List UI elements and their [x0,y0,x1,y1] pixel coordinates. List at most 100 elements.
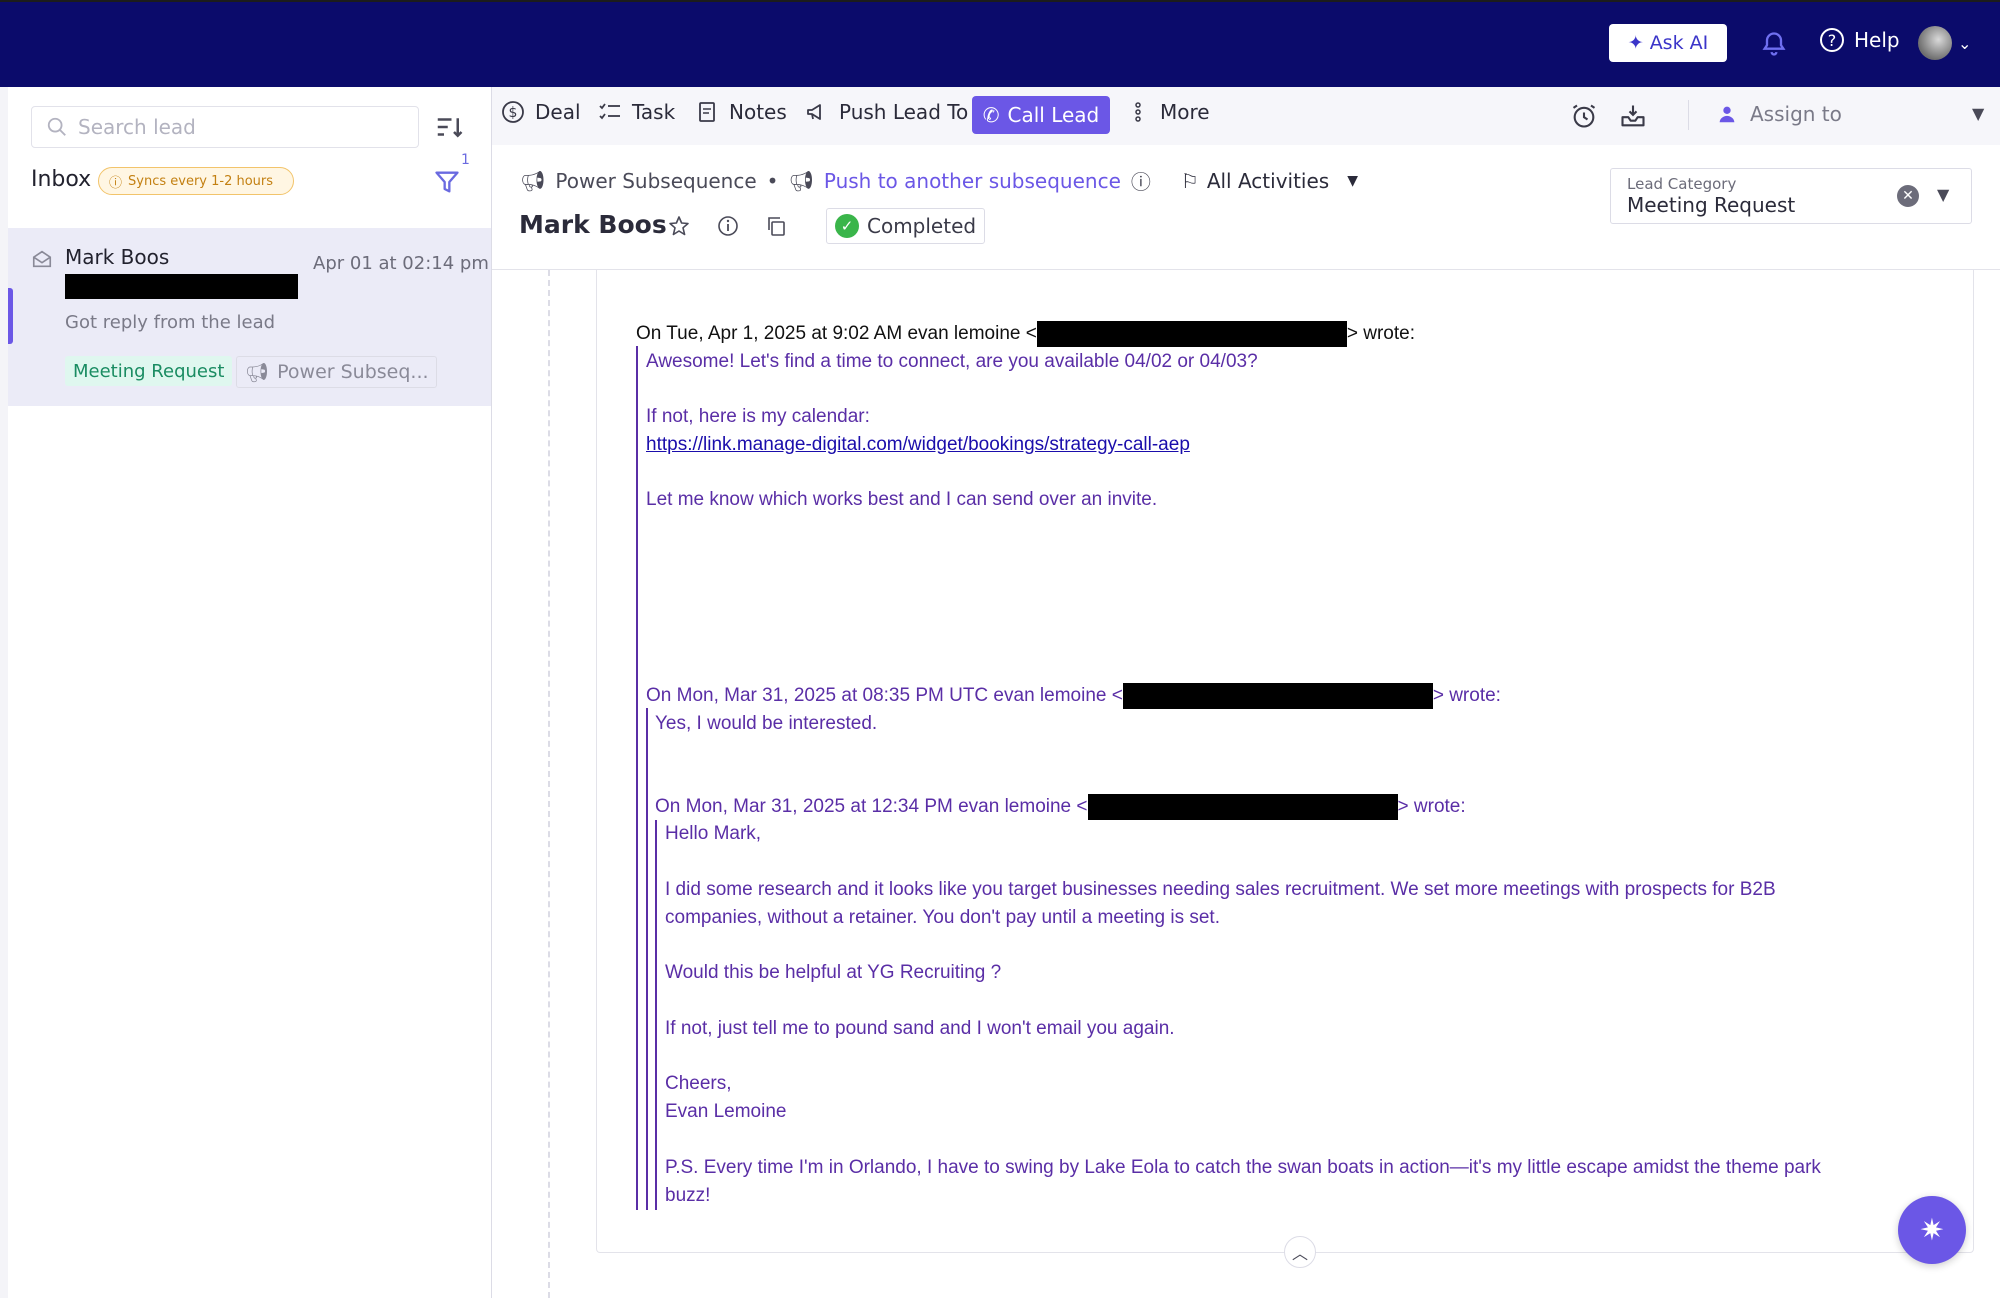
email-text: I did some research and it looks like yo… [665,879,1776,900]
megaphone-icon: 📢︎ [520,168,546,193]
sparkle-icon: ✷ [1919,1212,1945,1248]
bell-icon[interactable] [1760,30,1788,58]
task-button[interactable]: Task [598,100,675,124]
assign-to-select[interactable]: Assign to [1716,102,1842,126]
more-label: More [1160,100,1210,124]
dollar-icon: $ [502,101,524,123]
collapse-button[interactable]: ︿ [1284,1236,1316,1268]
separator-dot: • [766,168,779,193]
check-icon: ✓ [835,214,859,238]
help-icon: ? [1820,28,1844,52]
sync-badge: ⓘ Syncs every 1-2 hours [98,167,295,195]
push-lead-button[interactable]: Push Lead To [805,100,968,124]
quote-header: On Mon, Mar 31, 2025 at 12:34 PM evan le… [655,793,1466,821]
status-badge[interactable]: ✓ Completed [826,208,986,244]
activities-label: All Activities [1206,168,1330,193]
more-vertical-icon [1135,102,1141,122]
quote-bar [646,708,648,1210]
filter-icon[interactable] [433,168,461,196]
inbox-title: Inbox [31,167,92,192]
megaphone-icon: 📢︎ [788,168,814,193]
quote-header-suffix: > wrote: [1432,685,1501,706]
search-placeholder: Search lead [78,115,196,139]
quote-bar [655,820,657,1210]
email-text: Cheers, [665,1073,732,1094]
lead-snippet: Got reply from the lead [65,312,276,333]
calendar-link[interactable]: https://link.manage-digital.com/widget/b… [646,431,1190,459]
quote-header-prefix: On Mon, Mar 31, 2025 at 12:34 PM evan le… [655,796,1088,817]
help-label: Help [1854,28,1900,52]
megaphone-icon [807,104,821,120]
quote-header-suffix: > wrote: [1346,323,1415,344]
quote-bar [636,346,638,1210]
email-text: Let me know which works best and I can s… [646,489,1158,510]
info-icon[interactable] [716,214,740,238]
quote-header-prefix: On Mon, Mar 31, 2025 at 08:35 PM UTC eva… [646,685,1123,706]
email-text: buzz! [665,1185,711,1206]
toolbar-divider [1688,100,1689,130]
chevron-down-icon: ▼ [1347,172,1358,189]
info-icon: ⓘ [1130,170,1151,194]
call-lead-label: Call Lead [1007,103,1100,127]
push-subsequence-link[interactable]: Push to another subsequence [824,169,1121,193]
email-text: Yes, I would be interested. [655,713,878,734]
quote-header: On Tue, Apr 1, 2025 at 9:02 AM evan lemo… [636,320,1415,348]
star-icon[interactable] [667,214,691,238]
help-button[interactable]: ? Help [1820,28,1900,52]
filter-count: 1 [461,152,470,168]
mail-open-icon [32,250,52,268]
assistant-fab[interactable]: ✷ [1898,1196,1966,1264]
email-text: Would this be helpful at YG Recruiting ? [665,962,1002,983]
redacted-email [1122,682,1433,709]
chevron-up-icon: ︿ [1291,1244,1308,1263]
email-text: P.S. Every time I'm in Orlando, I have t… [665,1157,1821,1178]
redacted-email [1036,320,1347,347]
subsequence-row: 📢︎ Power Subsequence • 📢︎ Push to anothe… [520,166,1358,195]
push-lead-label: Push Lead To [839,100,969,124]
email-text: Awesome! Let's find a time to connect, a… [646,351,1258,372]
user-icon [1719,106,1735,123]
email-text: companies, without a retainer. You don't… [665,907,1220,928]
notes-button[interactable]: Notes [695,100,787,124]
lead-title: Mark Boos [519,210,667,239]
email-text: Hello Mark, [665,823,762,844]
sync-badge-text: Syncs every 1-2 hours [128,173,274,189]
email-text: If not, just tell me to pound sand and I… [665,1018,1175,1039]
assign-label: Assign to [1750,102,1842,126]
deal-button[interactable]: $ Deal [501,100,581,124]
info-icon: ⓘ [109,175,123,191]
lead-category-select[interactable]: Lead Category Meeting Request ✕ ▼ [1610,168,1972,224]
selected-indicator [8,288,13,344]
notes-icon [699,102,715,122]
subsequence-tag-label: Power Subseq... [277,361,429,383]
ask-ai-label: Ask AI [1649,32,1709,54]
flag-icon: ⚐ [1180,168,1199,193]
svg-text:$: $ [509,105,518,121]
chevron-down-icon[interactable]: ⌄ [1958,34,1971,53]
notes-label: Notes [729,100,787,124]
redacted-email [65,274,298,299]
search-input[interactable]: Search lead [31,106,419,148]
lead-date: Apr 01 at 02:14 pm [313,253,489,274]
inbox-tray-icon[interactable] [1619,102,1647,130]
avatar[interactable] [1918,26,1952,60]
activities-filter[interactable]: ⚐ All Activities ▼ [1181,169,1358,193]
phone-icon: ✆ [982,103,1000,127]
alarm-icon[interactable] [1570,102,1598,130]
call-lead-button[interactable]: ✆ Call Lead [972,96,1110,134]
ask-ai-button[interactable]: ✦ Ask AI [1609,24,1727,62]
task-label: Task [632,100,676,124]
sort-icon[interactable] [434,112,464,142]
chevron-down-icon[interactable]: ▼ [1937,185,1949,204]
sidebar-edge [0,87,8,1298]
subsequence-name: Power Subsequence [555,168,757,193]
category-tag: Meeting Request [65,356,233,386]
chevron-down-icon[interactable]: ▼ [1972,104,1984,123]
email-text: If not, here is my calendar: [646,406,870,427]
quote-header-prefix: On Tue, Apr 1, 2025 at 9:02 AM evan lemo… [636,323,1037,344]
more-button[interactable]: More [1126,100,1210,124]
clear-icon[interactable]: ✕ [1897,185,1919,207]
copy-icon[interactable] [764,214,788,238]
subsequence-tag: 📢︎ Power Subseq... [236,356,437,388]
sparkle-icon: ✦ [1627,32,1644,54]
